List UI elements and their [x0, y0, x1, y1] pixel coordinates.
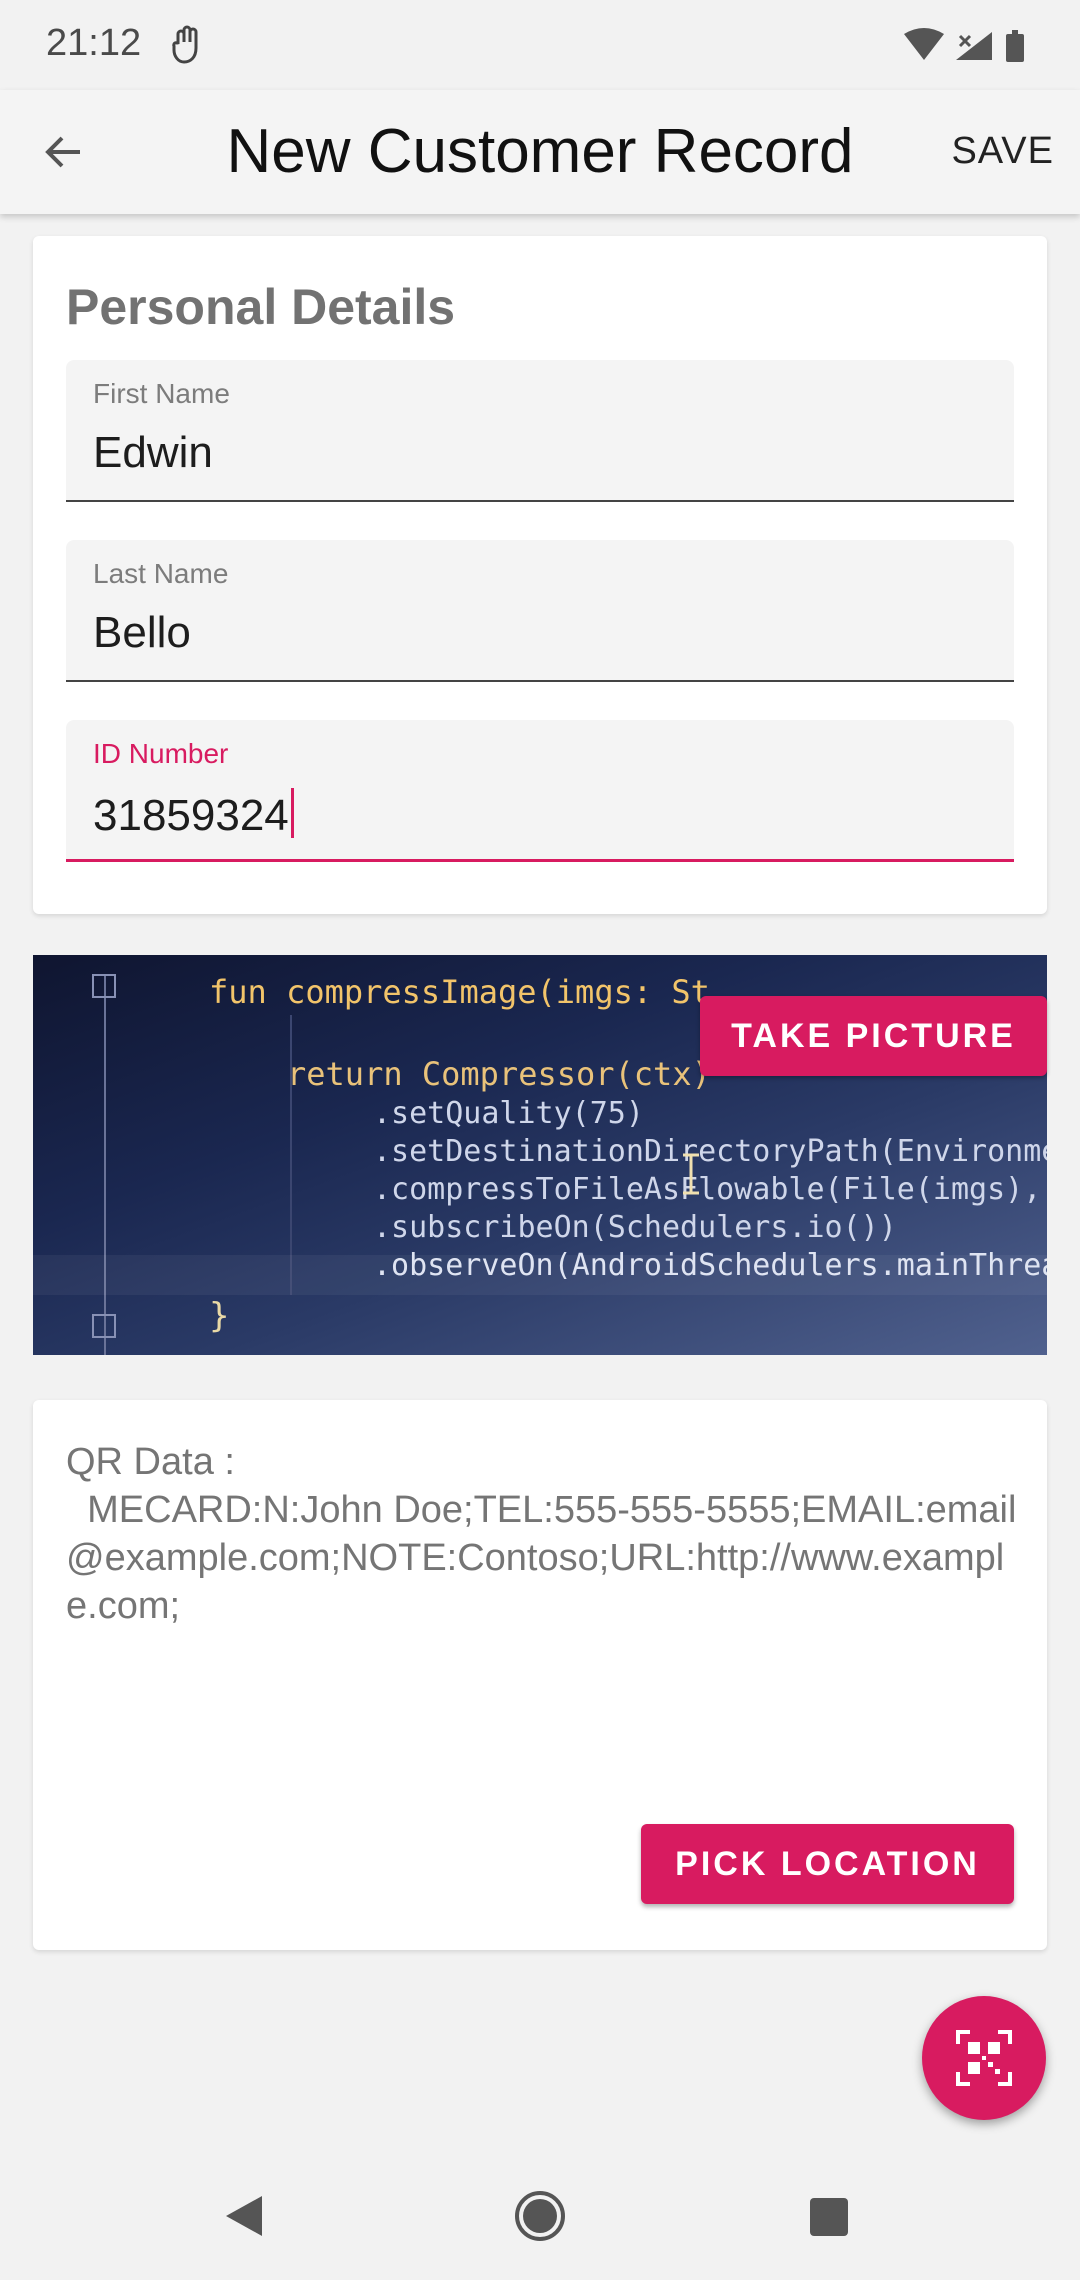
id-number-field[interactable]: ID Number 31859324: [66, 720, 1014, 862]
take-picture-button[interactable]: TAKE PICTURE: [700, 996, 1047, 1076]
page-title: New Customer Record: [226, 117, 854, 186]
personal-details-card: Personal Details First Name Edwin Last N…: [33, 236, 1047, 914]
nav-recents-icon[interactable]: [808, 2196, 850, 2238]
first-name-field[interactable]: First Name Edwin: [66, 360, 1014, 502]
id-number-value[interactable]: 31859324: [93, 788, 294, 841]
pick-location-button[interactable]: PICK LOCATION: [641, 1824, 1014, 1904]
code-line: .setQuality(75): [373, 1096, 644, 1131]
hand-gesture-icon: [170, 24, 206, 64]
code-line: .compressToFileAsFlowable(File(imgs), co…: [373, 1172, 1047, 1207]
save-button[interactable]: SAVE: [951, 130, 1054, 173]
app-bar: New Customer Record SAVE: [0, 90, 1080, 214]
code-line: .setDestinationDirectoryPath(Environment…: [373, 1134, 1047, 1169]
nav-home-icon[interactable]: [514, 2190, 566, 2242]
nav-back-icon[interactable]: [222, 2192, 266, 2240]
qr-data-text: QR Data : MECARD:N:John Doe;TEL:555-555-…: [66, 1441, 1017, 1627]
id-number-label: ID Number: [93, 738, 229, 769]
scan-qr-fab[interactable]: [922, 1996, 1046, 2120]
last-name-field[interactable]: Last Name Bello: [66, 540, 1014, 682]
code-line: return Compressor(ctx): [287, 1055, 711, 1093]
first-name-label: First Name: [93, 378, 230, 409]
status-time: 21:12: [46, 22, 142, 64]
first-name-value[interactable]: Edwin: [93, 428, 213, 478]
section-title: Personal Details: [66, 279, 456, 335]
cellular-signal-icon: [956, 32, 992, 60]
code-line: .observeOn(AndroidSchedulers.mainThread(…: [373, 1248, 1047, 1283]
status-icons: [900, 26, 1040, 66]
last-name-label: Last Name: [93, 558, 229, 589]
last-name-value[interactable]: Bello: [93, 608, 191, 658]
id-number-text: 31859324: [93, 791, 289, 840]
qr-scan-icon: [956, 2030, 1012, 2086]
code-line: fun compressImage(imgs: St: [209, 973, 710, 1011]
code-line: }: [209, 1296, 229, 1336]
qr-data-card: QR Data : MECARD:N:John Doe;TEL:555-555-…: [33, 1400, 1047, 1950]
wifi-icon: [904, 28, 944, 60]
system-nav-bar: [0, 2150, 1080, 2280]
text-cursor: [290, 788, 294, 838]
status-bar: 21:12: [0, 0, 1080, 90]
battery-icon: [1006, 30, 1024, 62]
code-line: .subscribeOn(Schedulers.io()): [373, 1210, 897, 1245]
